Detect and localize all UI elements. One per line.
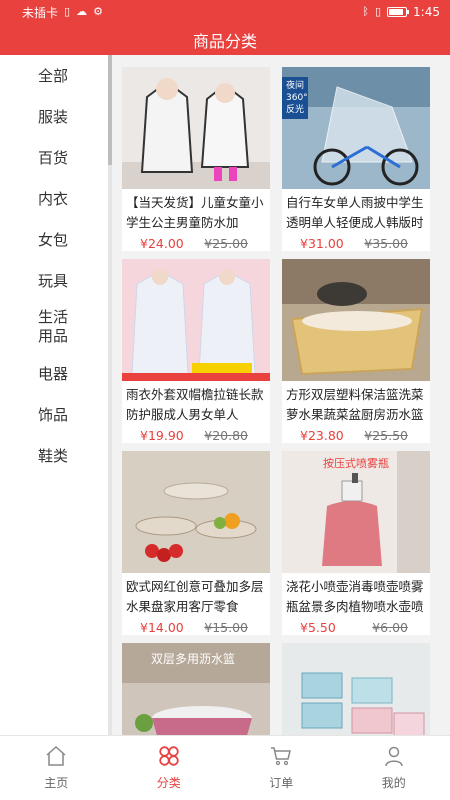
tab-label: 订单 [269,776,294,790]
product-card[interactable]: 欧式网红创意可叠加多层水果盘家用客厅零食 ¥14.00 ¥15.00 [122,451,270,635]
tab-profile[interactable]: 我的 [338,736,450,800]
bottom-tab-bar: 主页 分类 订单 我的 [0,735,450,800]
page-title: 商品分类 [192,31,257,51]
product-image [122,67,270,189]
profile-icon [385,746,403,767]
category-sidebar: 全部 服装 百货 内衣 女包 玩具 生活用品 电器 饰品 鞋类 [0,55,108,735]
product-name: 方形双层塑料保洁篮洗菜萝水果蔬菜盆厨房沥水篮 [286,387,424,422]
product-card[interactable]: 夜间360°反光 自行车女单人雨披中学生透明单人轻便成人韩版时 ¥31.00 ¥… [282,67,430,251]
product-name: 浇花小喷壶消毒喷壶喷雾瓶盆景多肉植物喷水壶喷 [286,579,424,614]
cart-icon [271,747,292,766]
product-old-price: ¥20.80 [204,428,248,443]
product-name: 【当天发货】儿童女童小学生公主男童防水加 [126,195,264,230]
tab-category[interactable]: 分类 [113,736,226,800]
product-grid: 【当天发货】儿童女童小学生公主男童防水加 ¥24.00 ¥25.00 夜间360… [112,55,450,735]
product-name: 雨衣外套双帽檐拉链长款防护服成人男女单人 [126,387,264,422]
tab-home[interactable]: 主页 [0,736,113,800]
product-price: ¥14.00 [140,620,184,635]
sidebar-item-toys[interactable]: 玩具 [0,260,108,301]
product-image: 双层多用沥水篮 [122,643,270,735]
notification-icon: ☁ [76,5,88,18]
product-old-price: ¥35.00 [364,236,408,251]
product-name: 欧式网红创意可叠加多层水果盘家用客厅零食 [126,579,264,614]
product-card[interactable] [282,643,430,735]
product-card[interactable]: 【当天发货】儿童女童小学生公主男童防水加 ¥24.00 ¥25.00 [122,67,270,251]
sim-icon: ▯ [64,5,71,18]
product-old-price: ¥25.00 [204,236,248,251]
product-price: ¥5.50 [300,620,336,635]
clock: 1:45 [413,5,440,19]
product-badge: 双层多用沥水篮 [151,652,236,666]
status-bar: 未插卡 ▯ ☁ ⚙ ᛒ ▯ 1:45 [0,0,450,24]
sidebar-item-jewelry[interactable]: 饰品 [0,394,108,435]
product-old-price: ¥25.50 [364,428,408,443]
product-image [282,259,430,381]
product-image: 按压式喷雾瓶 [282,451,430,573]
product-price: ¥24.00 [140,236,184,251]
product-image: 夜间360°反光 [282,67,430,189]
product-image [282,643,430,735]
sidebar-item-all[interactable]: 全部 [0,55,108,96]
product-name: 自行车女单人雨披中学生透明单人轻便成人韩版时 [286,195,424,230]
product-price: ¥23.80 [300,428,344,443]
home-icon [46,745,66,766]
sidebar-item-bags[interactable]: 女包 [0,219,108,260]
category-icon [159,746,179,766]
product-badge: 按压式喷雾瓶 [323,457,389,470]
tab-label: 我的 [381,776,406,790]
sidebar-item-shoes[interactable]: 鞋类 [0,435,108,476]
product-card[interactable]: 双层多用沥水篮 [122,643,270,735]
product-card[interactable]: 雨衣外套双帽檐拉链长款防护服成人男女单人 ¥19.90 ¥20.80 [122,259,270,443]
product-price: ¥31.00 [300,236,344,251]
product-old-price: ¥15.00 [204,620,248,635]
tab-orders[interactable]: 订单 [225,736,338,800]
battery-icon [387,7,410,17]
product-old-price: ¥6.00 [372,620,408,635]
vibrate-icon: ▯ [374,5,382,18]
carrier-text: 未插卡 [22,5,59,20]
sidebar-item-daily[interactable]: 生活用品 [0,301,108,353]
product-badge: 夜间360°反光 [286,81,308,115]
sidebar-item-appliances[interactable]: 电器 [0,353,108,394]
tab-label: 分类 [156,776,181,790]
product-card[interactable]: 按压式喷雾瓶 浇花小喷壶消毒喷壶喷雾瓶盆景多肉植物喷水壶喷 ¥5.50 ¥6.0… [282,451,430,635]
tab-label: 主页 [44,776,69,790]
product-card[interactable]: 方形双层塑料保洁篮洗菜萝水果蔬菜盆厨房沥水篮 ¥23.80 ¥25.50 [282,259,430,443]
settings-icon: ⚙ [93,5,103,18]
sidebar-item-underwear[interactable]: 内衣 [0,178,108,219]
sidebar-item-general[interactable]: 百货 [0,137,108,178]
bluetooth-icon: ᛒ [362,5,369,18]
sidebar-item-clothing[interactable]: 服装 [0,96,108,137]
product-image [122,451,270,573]
product-price: ¥19.90 [140,428,184,443]
app-header: 未插卡 ▯ ☁ ⚙ ᛒ ▯ 1:45 商品分类 [0,0,450,55]
product-image [122,259,270,381]
